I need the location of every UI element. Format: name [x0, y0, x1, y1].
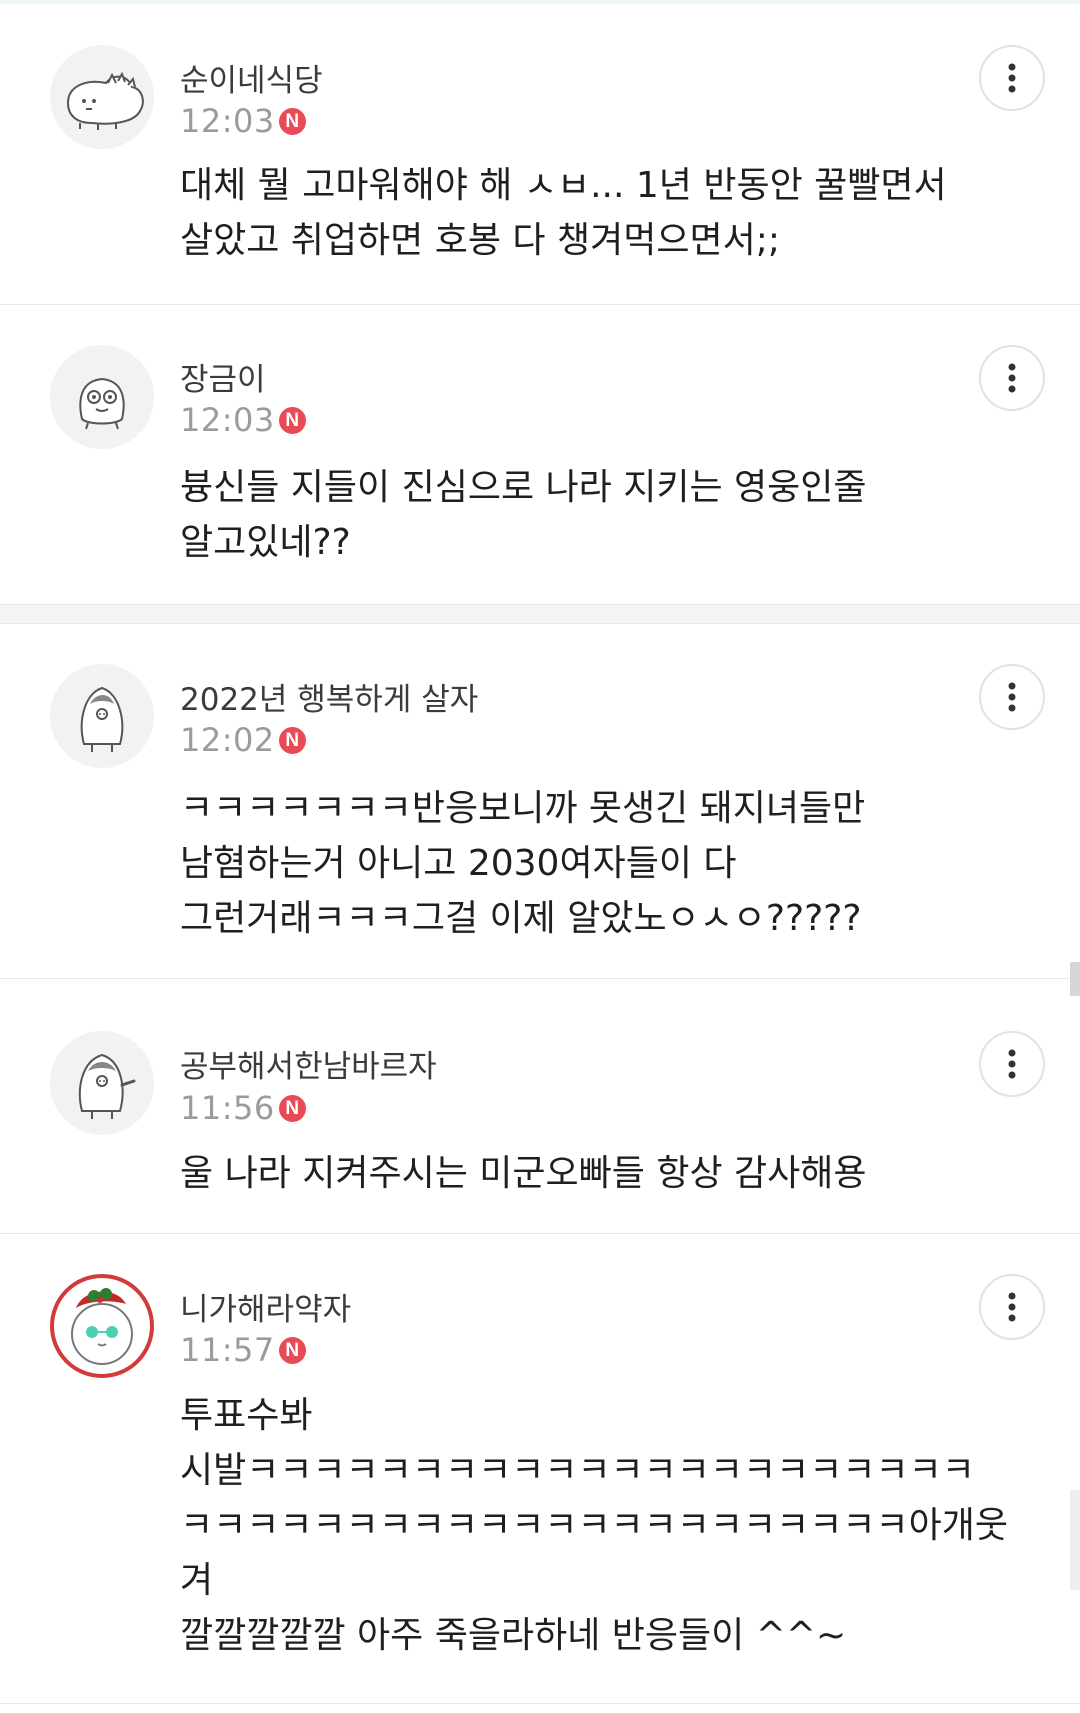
avatar[interactable]	[50, 664, 154, 768]
penguin-waving-character-icon	[78, 1053, 136, 1119]
more-vertical-icon	[1008, 1292, 1016, 1322]
dinosaur-character-icon	[66, 71, 144, 130]
new-badge: N	[278, 1336, 306, 1364]
comment-author[interactable]: 니가해라약자	[180, 1284, 351, 1329]
more-vertical-icon	[1008, 1049, 1016, 1079]
comment-item: 장금이 12:03 N 븅신들 지들이 진심으로 나라 지키는 영웅인줄 알고있…	[0, 305, 1080, 605]
new-badge: N	[278, 726, 306, 754]
more-options-button[interactable]	[979, 45, 1045, 111]
comment-text: 븅신들 지들이 진심으로 나라 지키는 영웅인줄 알고있네??	[180, 467, 867, 563]
comment-text: ㅋㅋㅋㅋㅋㅋㅋ반응보니까 못생긴 돼지녀들만 남혐하는거 아니고 2030여자들…	[180, 788, 866, 939]
comment-meta: 11:57 N	[180, 1331, 306, 1369]
avatar[interactable]	[50, 345, 154, 449]
comment-author[interactable]: 공부해서한남바르자	[180, 1041, 437, 1086]
avatar[interactable]	[50, 1274, 154, 1378]
new-badge: N	[278, 107, 306, 135]
comment-meta: 12:03 N	[180, 401, 306, 439]
more-options-button[interactable]	[979, 1274, 1045, 1340]
avatar[interactable]	[50, 45, 154, 149]
comment-author[interactable]: 장금이	[180, 354, 266, 399]
comment-text: 울 나라 지켜주시는 미군오빠들 항상 감사해용	[180, 1153, 867, 1194]
comment-author[interactable]: 2022년 행복하게 살자	[180, 674, 478, 719]
more-vertical-icon	[1008, 682, 1016, 712]
scrollbar-thumb[interactable]	[1070, 962, 1080, 996]
comment-time: 12:02	[180, 721, 275, 759]
comment-time: 12:03	[180, 401, 275, 439]
comment-meta: 12:02 N	[180, 721, 306, 759]
comment-meta: 11:56 N	[180, 1089, 306, 1127]
comment-time: 11:56	[180, 1089, 275, 1127]
comment-meta: 12:03 N	[180, 102, 306, 140]
christmas-character-icon	[71, 1288, 133, 1365]
ghost-character-icon	[79, 377, 125, 430]
more-options-button[interactable]	[979, 664, 1045, 730]
more-options-button[interactable]	[979, 1031, 1045, 1097]
comment-item: 공부해서한남바르자 11:56 N 울 나라 지켜주시는 미군오빠들 항상 감사…	[0, 979, 1080, 1234]
new-badge: N	[278, 406, 306, 434]
comment-text: 대체 뭘 고마워해야 해 ㅅㅂ... 1년 반동안 꿀빨면서 살았고 취업하면 …	[180, 165, 947, 261]
avatar[interactable]	[50, 1031, 154, 1135]
comment-item: 니가해라약자 11:57 N 투표수봐 시발ㅋㅋㅋㅋㅋㅋㅋㅋㅋㅋㅋㅋㅋㅋㅋㅋㅋㅋ…	[0, 1234, 1080, 1704]
scrollbar-track-marker	[1070, 1490, 1080, 1590]
more-options-button[interactable]	[979, 345, 1045, 411]
more-vertical-icon	[1008, 363, 1016, 393]
comment-time: 11:57	[180, 1331, 275, 1369]
comment-text: 투표수봐 시발ㅋㅋㅋㅋㅋㅋㅋㅋㅋㅋㅋㅋㅋㅋㅋㅋㅋㅋㅋㅋㅋㅋ ㅋㅋㅋㅋㅋㅋㅋㅋㅋㅋ…	[180, 1395, 1009, 1656]
penguin-character-icon	[80, 686, 124, 752]
section-divider	[0, 605, 1080, 624]
new-badge: N	[278, 1094, 306, 1122]
comment-item: 순이네식당 12:03 N 대체 뭘 고마워해야 해 ㅅㅂ... 1년 반동안 …	[0, 0, 1080, 305]
more-vertical-icon	[1008, 63, 1016, 93]
comment-author[interactable]: 순이네식당	[180, 55, 323, 100]
comment-item: 2022년 행복하게 살자 12:02 N ㅋㅋㅋㅋㅋㅋㅋ반응보니까 못생긴 돼…	[0, 624, 1080, 979]
comment-time: 12:03	[180, 102, 275, 140]
